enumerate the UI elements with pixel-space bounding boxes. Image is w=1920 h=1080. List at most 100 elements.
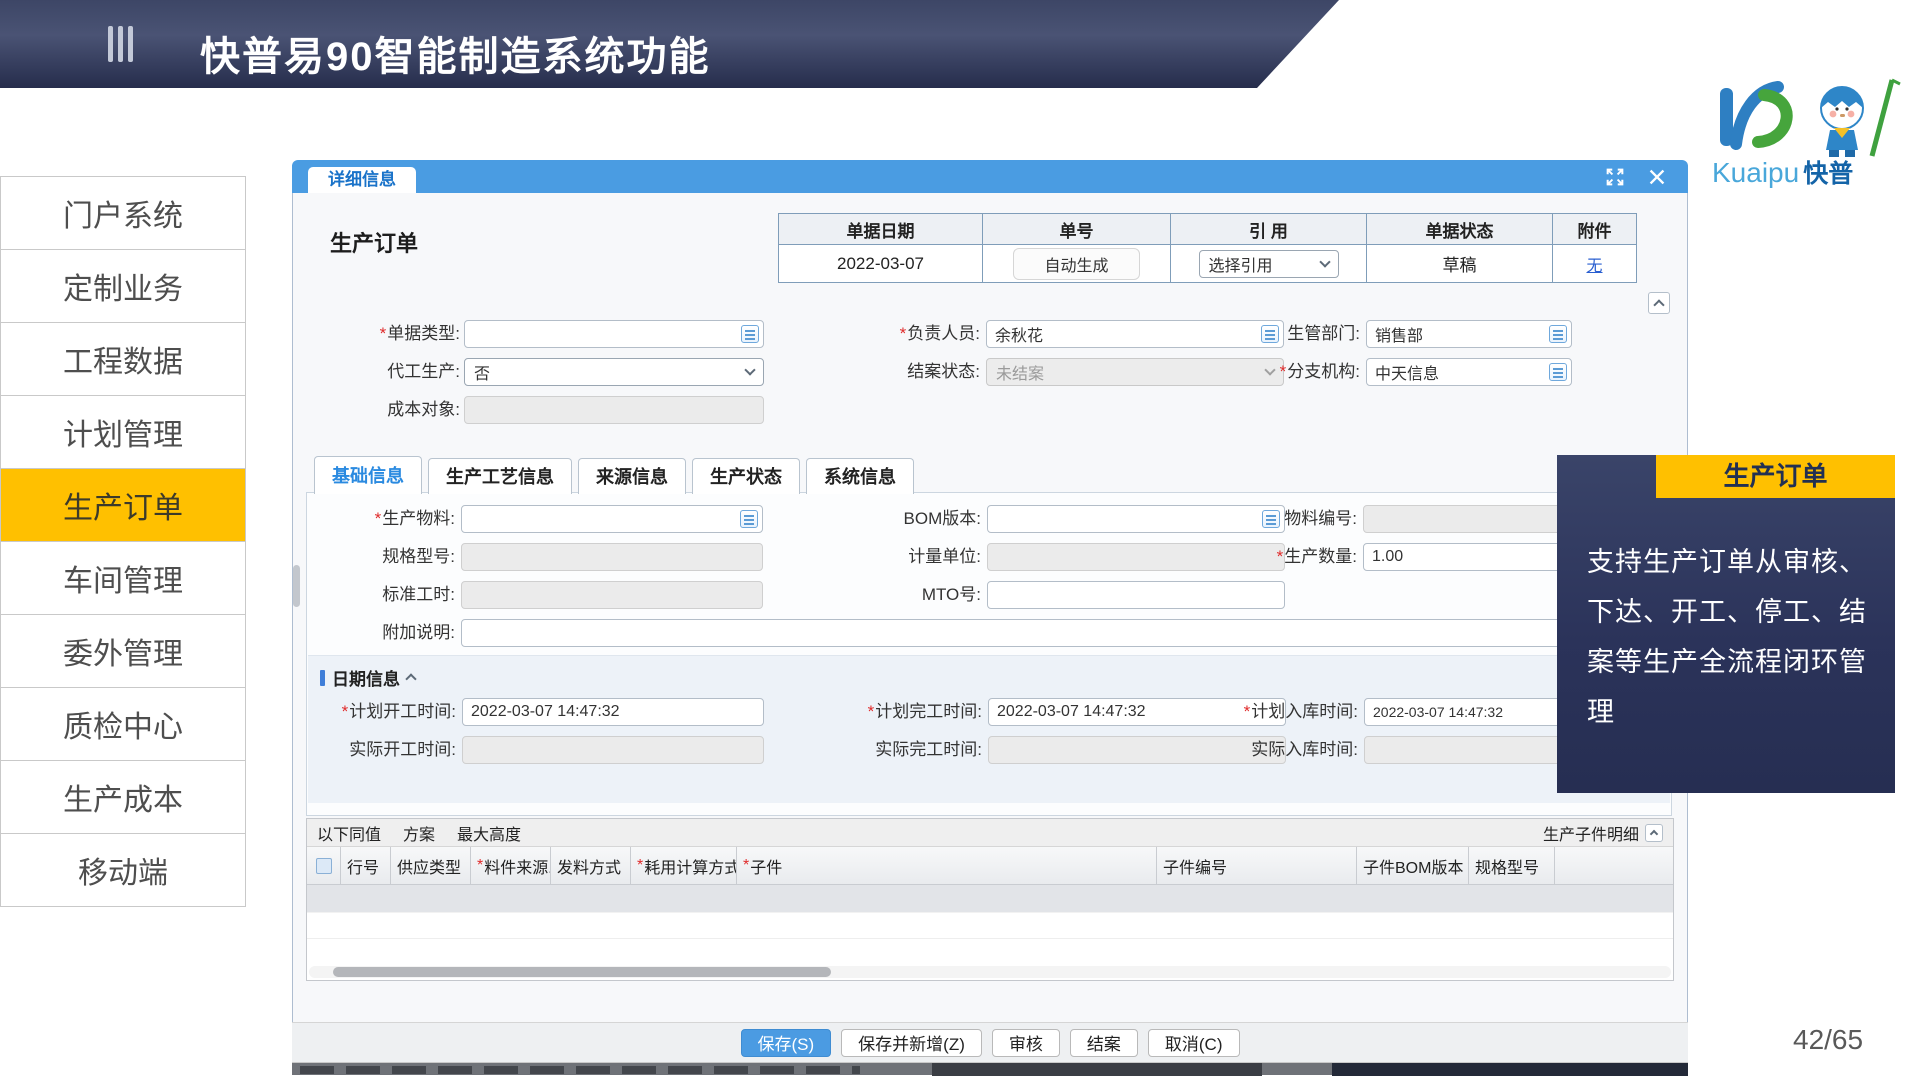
- dept-input[interactable]: [1366, 320, 1572, 348]
- plan-start-input[interactable]: [462, 698, 764, 726]
- lookup-icon[interactable]: [1549, 325, 1567, 343]
- doc-type-input[interactable]: [464, 320, 764, 348]
- col-doc-number: 单号: [983, 214, 1171, 245]
- sidebar-item-outsourcing-management[interactable]: 委外管理: [0, 614, 246, 688]
- close-case-button[interactable]: 结案: [1070, 1029, 1138, 1057]
- doc-number-chip: 自动生成: [1013, 248, 1139, 280]
- leader-label: *负责人员:: [836, 320, 980, 348]
- app-footer-strip: [292, 1062, 1688, 1075]
- brand-name-cn: 快普: [1803, 154, 1853, 190]
- required-marker: *: [1244, 702, 1251, 721]
- sidebar-item-workshop-management[interactable]: 车间管理: [0, 541, 246, 615]
- kuaipu-logo-icon: [1706, 78, 1918, 158]
- oem-field: 否: [464, 358, 764, 386]
- mto-no-label: MTO号:: [833, 581, 981, 609]
- footer-strip-right: [1332, 1063, 1688, 1076]
- section-bar-icon: [320, 670, 325, 686]
- collapse-subtable-button[interactable]: [1645, 824, 1663, 842]
- scrollbar-thumb[interactable]: [333, 967, 831, 977]
- required-marker: *: [868, 702, 875, 721]
- horizontal-scrollbar[interactable]: [309, 966, 1671, 978]
- date-section-header[interactable]: 日期信息: [320, 665, 415, 690]
- vertical-scrollbar-thumb[interactable]: [293, 565, 300, 607]
- actual-instock-field: [1364, 736, 1570, 764]
- window-footer: 保存(S) 保存并新增(Z) 审核 结案 取消(C): [292, 1022, 1688, 1062]
- toolbar-link-scheme[interactable]: 方案: [403, 821, 435, 845]
- sidebar-item-production-order[interactable]: 生产订单: [0, 468, 246, 542]
- mto-no-input[interactable]: [987, 581, 1285, 609]
- save-button[interactable]: 保存(S): [741, 1029, 832, 1057]
- tab-process-info[interactable]: 生产工艺信息: [428, 458, 572, 494]
- dept-label: 生管部门:: [1208, 320, 1360, 348]
- cancel-button[interactable]: 取消(C): [1148, 1029, 1240, 1057]
- qty-field: [1363, 543, 1569, 571]
- sidebar-item-custom-business[interactable]: 定制业务: [0, 249, 246, 323]
- chevron-up-icon: [1653, 299, 1664, 310]
- branch-input[interactable]: [1366, 358, 1572, 386]
- toolbar-link-same-value[interactable]: 以下同值: [317, 821, 381, 845]
- bom-version-label: BOM版本:: [833, 505, 981, 533]
- sidebar-item-portal[interactable]: 门户系统: [0, 176, 246, 250]
- material-input[interactable]: [461, 505, 763, 533]
- chevron-down-icon: [1319, 256, 1330, 267]
- form-title: 生产订单: [330, 226, 418, 258]
- lookup-icon[interactable]: [1549, 363, 1567, 381]
- info-panel: 生产订单 支持生产订单从审核、下达、开工、停工、结案等生产全流程闭环管理: [1557, 455, 1895, 793]
- oem-select[interactable]: 否: [464, 358, 764, 386]
- slide: 快普易90智能制造系统功能 Kuaipu 快普 门户系统: [0, 0, 1920, 1080]
- close-status-value: 未结案: [996, 360, 1044, 384]
- subtable-header-row: 行号 供应类型 *料件来源. 发料方式 *耗用计算方式 *子件: [307, 847, 1673, 885]
- col-doc-date: 单据日期: [779, 214, 983, 245]
- doc-status-value: 草稿: [1367, 245, 1553, 282]
- sidebar-item-production-cost[interactable]: 生产成本: [0, 760, 246, 834]
- col-doc-status: 单据状态: [1367, 214, 1553, 245]
- toolbar-link-max-height[interactable]: 最大高度: [457, 821, 521, 845]
- plan-start-label: *计划开工时间:: [312, 698, 456, 726]
- required-marker: *: [637, 857, 643, 875]
- doc-header-table: 单据日期 单号 引 用 单据状态 附件 2022-03-07 自动生成 选择引用…: [778, 213, 1637, 283]
- sidebar-item-engineering-data[interactable]: 工程数据: [0, 322, 246, 396]
- branch-label: *分支机构:: [1208, 358, 1360, 386]
- col-attachment: 附件: [1553, 214, 1636, 245]
- lookup-icon[interactable]: [741, 325, 759, 343]
- oem-label: 代工生产:: [312, 358, 460, 386]
- reference-select[interactable]: 选择引用: [1199, 250, 1339, 278]
- required-marker: *: [900, 324, 907, 343]
- qty-label: *生产数量:: [1205, 543, 1357, 571]
- table-row[interactable]: [307, 885, 1673, 913]
- std-hours-field: [461, 581, 763, 609]
- close-icon[interactable]: [1646, 166, 1668, 188]
- sidebar-item-mobile[interactable]: 移动端: [0, 833, 246, 907]
- dept-field: [1366, 320, 1572, 348]
- tab-basic-info[interactable]: 基础信息: [314, 456, 422, 494]
- lookup-icon[interactable]: [740, 510, 758, 528]
- chevron-up-icon: [1650, 830, 1658, 838]
- close-status-label: 结案状态:: [836, 358, 980, 386]
- tab-detail-info[interactable]: 详细信息: [308, 167, 416, 193]
- collapse-header-button[interactable]: [1648, 292, 1670, 314]
- required-marker: *: [380, 324, 387, 343]
- remark-label: 附加说明:: [311, 619, 455, 647]
- child-items-table: 以下同值 方案 最大高度 生产子件明细 行号 供应类型: [306, 818, 1674, 981]
- brand-logo: Kuaipu 快普: [1706, 78, 1918, 190]
- tab-production-status[interactable]: 生产状态: [692, 458, 800, 494]
- maximize-icon[interactable]: [1604, 166, 1626, 188]
- material-no-field: [1363, 505, 1569, 533]
- sidebar-item-quality-center[interactable]: 质检中心: [0, 687, 246, 761]
- col-part-source: *料件来源.: [471, 847, 551, 884]
- remark-input[interactable]: [461, 619, 1661, 647]
- tab-source-info[interactable]: 来源信息: [578, 458, 686, 494]
- sidebar-item-plan-management[interactable]: 计划管理: [0, 395, 246, 469]
- select-all-checkbox[interactable]: [316, 858, 332, 874]
- col-reference: 引 用: [1171, 214, 1367, 245]
- attachment-link[interactable]: 无: [1586, 252, 1602, 276]
- table-row[interactable]: [307, 913, 1673, 939]
- actual-start-field: [462, 736, 764, 764]
- subtable-title: 生产子件明细: [1543, 821, 1663, 845]
- qty-input[interactable]: [1363, 543, 1569, 571]
- tab-system-info[interactable]: 系统信息: [806, 458, 914, 494]
- audit-button[interactable]: 审核: [992, 1029, 1060, 1057]
- plan-start-field: [462, 698, 764, 726]
- plan-instock-input[interactable]: [1364, 698, 1570, 726]
- save-and-new-button[interactable]: 保存并新增(Z): [841, 1029, 982, 1057]
